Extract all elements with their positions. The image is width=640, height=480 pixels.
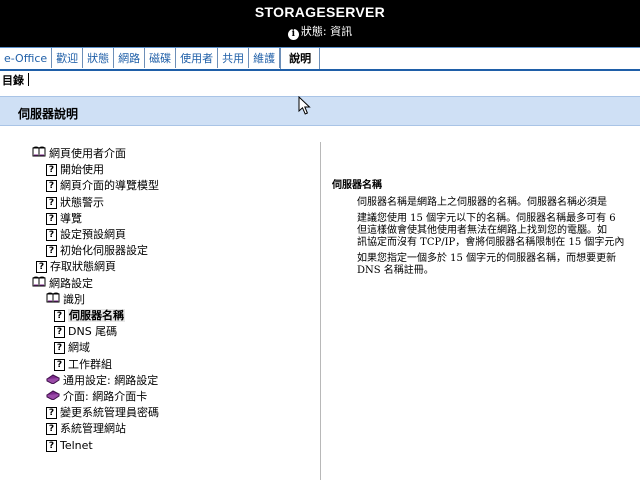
app-header: STORAGESERVER i 狀態: 資訊 (0, 0, 640, 47)
mouse-cursor-icon (298, 96, 311, 115)
book-open-icon (32, 146, 46, 162)
content-line: 建議您使用 15 個字元以下的名稱。伺服器名稱最多可有 6 (357, 213, 616, 224)
tree-node-label: 變更系統管理員密碼 (60, 406, 159, 420)
help-page-icon: ? (46, 245, 57, 258)
help-page-icon: ? (46, 407, 57, 420)
tree-node-label: 工作群組 (68, 357, 112, 371)
tree-node[interactable]: 識別 (46, 292, 85, 308)
tree-node-label: 存取狀態網頁 (50, 260, 116, 274)
info-icon: i (287, 29, 299, 40)
tab-0[interactable]: e-Office (0, 48, 53, 68)
tree-node[interactable]: 網頁使用者介面 (32, 146, 126, 162)
tree-node[interactable]: 介面: 網路介面卡 (46, 389, 147, 405)
help-page-icon: ? (46, 180, 57, 193)
help-page-icon: ? (46, 164, 57, 177)
help-page-icon: ? (46, 212, 57, 225)
toc-separator (28, 73, 29, 86)
tree-node[interactable]: ? 狀態警示 (46, 195, 104, 211)
tree-node[interactable]: 通用設定: 網路設定 (46, 373, 158, 389)
tab-2[interactable]: 狀態 (83, 48, 115, 68)
tree-node[interactable]: ? 設定預設網頁 (46, 227, 126, 243)
tree-node-label: Telnet (60, 438, 93, 452)
help-page-icon: ? (46, 423, 57, 436)
content-paragraph: 伺服器名稱是網路上之伺服器的名稱。伺服器名稱必須是 (357, 197, 640, 209)
tree-node[interactable]: ? 系統管理網站 (46, 421, 126, 437)
tab-7[interactable]: 維護 (249, 48, 281, 68)
main-tab-bar: e-Office 歡迎 狀態 網路 磁碟 使用者 共用 維護 說明 (0, 47, 640, 71)
help-page-icon: ? (54, 342, 65, 355)
tab-5[interactable]: 使用者 (176, 48, 219, 68)
tree-node-label: 開始使用 (60, 163, 104, 177)
tree-node[interactable]: ? 網域 (54, 340, 90, 356)
tree-node[interactable]: ? 變更系統管理員密碼 (46, 405, 159, 421)
tree-node[interactable]: ? 存取狀態網頁 (36, 259, 116, 275)
tree-node[interactable]: ? 開始使用 (46, 162, 104, 178)
content-line: DNS 名稱註冊。 (357, 265, 434, 276)
server-name: STORAGESERVER (254, 4, 386, 20)
help-page-icon: ? (54, 358, 65, 371)
book-closed-icon (46, 389, 60, 405)
tree-node-label: 伺服器名稱 (68, 309, 125, 322)
content-line: 如果您指定一個多於 15 個字元的伺服器名稱，而想要更新 (357, 253, 617, 264)
tree-node[interactable]: ? DNS 尾碼 (54, 324, 117, 340)
tree-node-label: 導覽 (60, 211, 82, 225)
tree-node[interactable]: ? 導覽 (46, 211, 82, 227)
help-page-icon: ? (54, 310, 65, 322)
toc-label[interactable]: 目錄 (2, 74, 24, 87)
tree-node-label: 網頁使用者介面 (49, 147, 126, 160)
tab-1[interactable]: 歡迎 (52, 48, 84, 68)
content-line: 訊協定而沒有 TCP/IP，會將伺服器名稱限制在 15 個字元內 (357, 237, 625, 248)
tree-node[interactable]: ? 工作群組 (54, 357, 112, 373)
tree-node[interactable]: 網路設定 (32, 276, 93, 292)
content-line: 但這樣做會使其他使用者無法在網路上找到您的電腦。如 (357, 225, 607, 236)
content-paragraph: 如果您指定一個多於 15 個字元的伺服器名稱，而想要更新 DNS 名稱註冊。 (357, 253, 640, 277)
tree-node-label: 識別 (63, 292, 85, 306)
content-line: 伺服器名稱是網路上之伺服器的名稱。伺服器名稱必須是 (357, 197, 607, 208)
status-label: 狀態: 資訊 (300, 25, 353, 38)
help-page-icon: ? (46, 439, 57, 452)
tab-4[interactable]: 磁碟 (145, 48, 177, 68)
pane-divider[interactable] (320, 142, 321, 480)
status-line[interactable]: i 狀態: 資訊 (0, 23, 640, 40)
tree-node[interactable]: ? 初始化伺服器設定 (46, 243, 148, 259)
help-page-icon: ? (46, 196, 57, 209)
help-page-icon: ? (54, 326, 65, 339)
tree-node-label: 網路設定 (49, 276, 93, 290)
help-page-icon: ? (36, 261, 47, 274)
tree-node-label: 系統管理網站 (60, 422, 126, 436)
content-title: 伺服器名稱 (332, 180, 382, 191)
tree-node-label: 介面: 網路介面卡 (63, 390, 148, 403)
tab-8[interactable]: 說明 (280, 48, 321, 69)
section-header: 伺服器說明 (0, 96, 640, 126)
tree-node-label: 網域 (68, 341, 90, 355)
help-page-icon: ? (46, 229, 57, 241)
tree-node[interactable]: ? 網頁介面的導覽模型 (46, 178, 159, 194)
book-open-icon (32, 276, 46, 292)
tree-node-label: 網頁介面的導覽模型 (60, 179, 159, 193)
tree-node-label: 設定預設網頁 (60, 228, 126, 241)
tab-3[interactable]: 網路 (114, 48, 146, 68)
help-topic-tree: 網頁使用者介面? 開始使用? 網頁介面的導覽模型? 狀態警示? 導覽? 設定預設網頁? 初始… (0, 146, 320, 480)
content-paragraph: 建議您使用 15 個字元以下的名稱。伺服器名稱最多可有 6 但這樣做會使其他使用者… (357, 213, 640, 249)
book-open-icon (46, 292, 60, 308)
tree-node[interactable]: ? Telnet (46, 438, 93, 454)
tree-node-label: DNS 尾碼 (68, 325, 118, 339)
tree-node-label: 通用設定: 網路設定 (63, 373, 159, 387)
help-content: 伺服器名稱 伺服器名稱是網路上之伺服器的名稱。伺服器名稱必須是 建議您使用 15 … (332, 176, 640, 480)
toc-bar: 目錄 (0, 72, 640, 90)
tree-node-label: 狀態警示 (60, 195, 104, 209)
section-title: 伺服器說明 (18, 107, 79, 121)
tree-node[interactable]: ? 伺服器名稱 (54, 308, 125, 324)
book-closed-icon (46, 373, 60, 389)
tab-6[interactable]: 共用 (218, 48, 250, 68)
tree-node-label: 初始化伺服器設定 (60, 244, 148, 258)
